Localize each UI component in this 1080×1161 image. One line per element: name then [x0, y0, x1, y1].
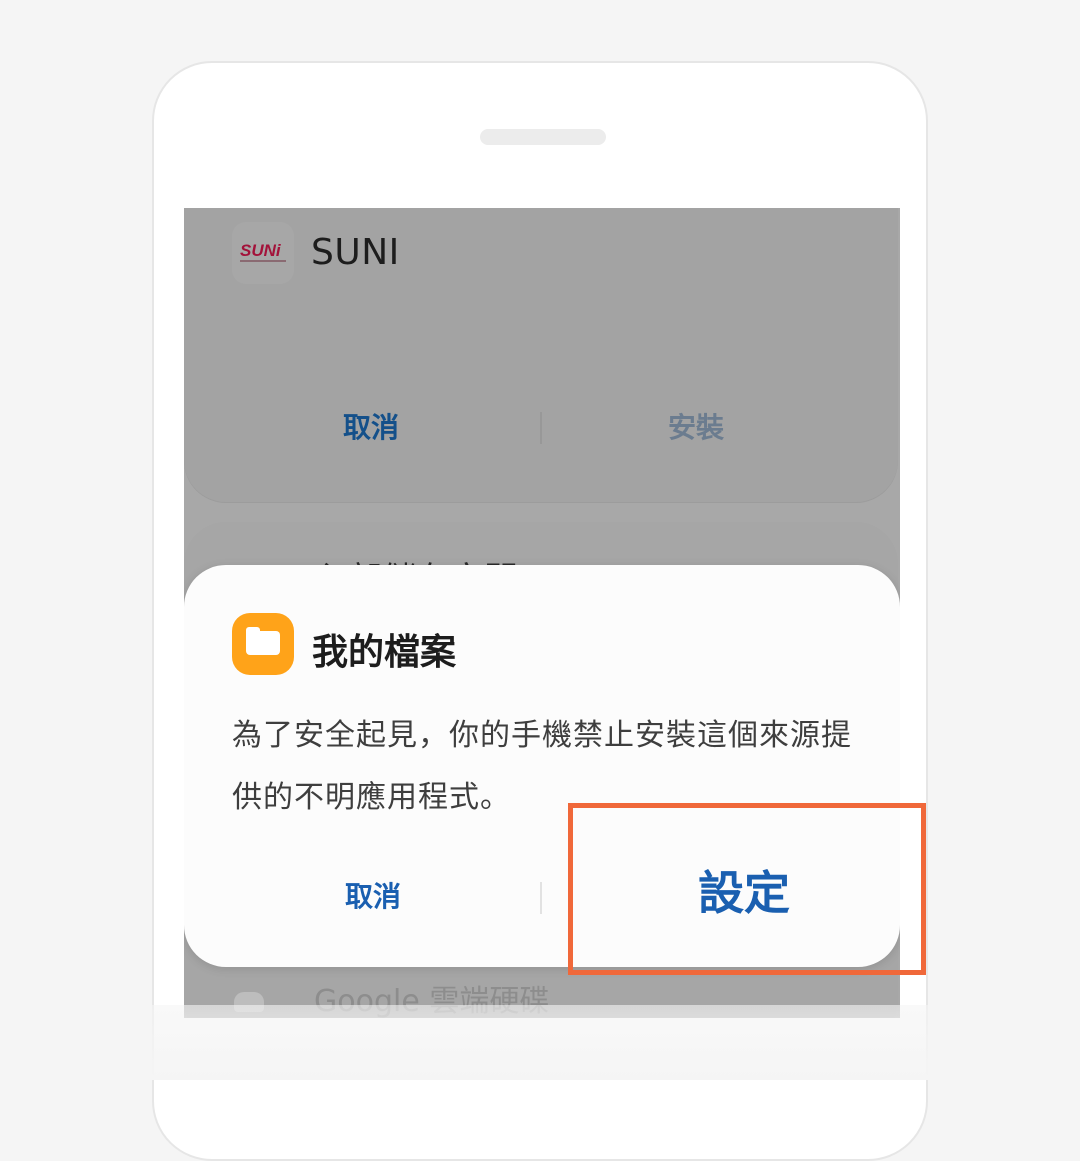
- bottom-fade: [0, 1005, 1080, 1080]
- install-card: SUNi SUNI 取消 安裝: [184, 208, 898, 502]
- folder-body: [246, 631, 280, 655]
- dialog-title: 我的檔案: [312, 632, 457, 673]
- dialog-button-divider: [540, 882, 542, 914]
- dialog-cancel-button[interactable]: 取消: [273, 875, 473, 915]
- phone-frame: SUNi SUNI 取消 安裝 內部儲存空間 Google 雲端硬碟 我的檔案 …: [152, 61, 928, 1161]
- settings-highlight-box: [568, 803, 926, 975]
- button-divider: [540, 412, 542, 444]
- app-title: SUNI: [311, 232, 400, 273]
- install-cancel-button[interactable]: 取消: [271, 406, 471, 446]
- my-files-folder-icon: [232, 613, 294, 675]
- svg-text:SUNi: SUNi: [240, 241, 282, 260]
- install-button[interactable]: 安裝: [596, 406, 796, 446]
- phone-speaker: [480, 129, 606, 145]
- suni-app-icon: SUNi: [232, 222, 294, 284]
